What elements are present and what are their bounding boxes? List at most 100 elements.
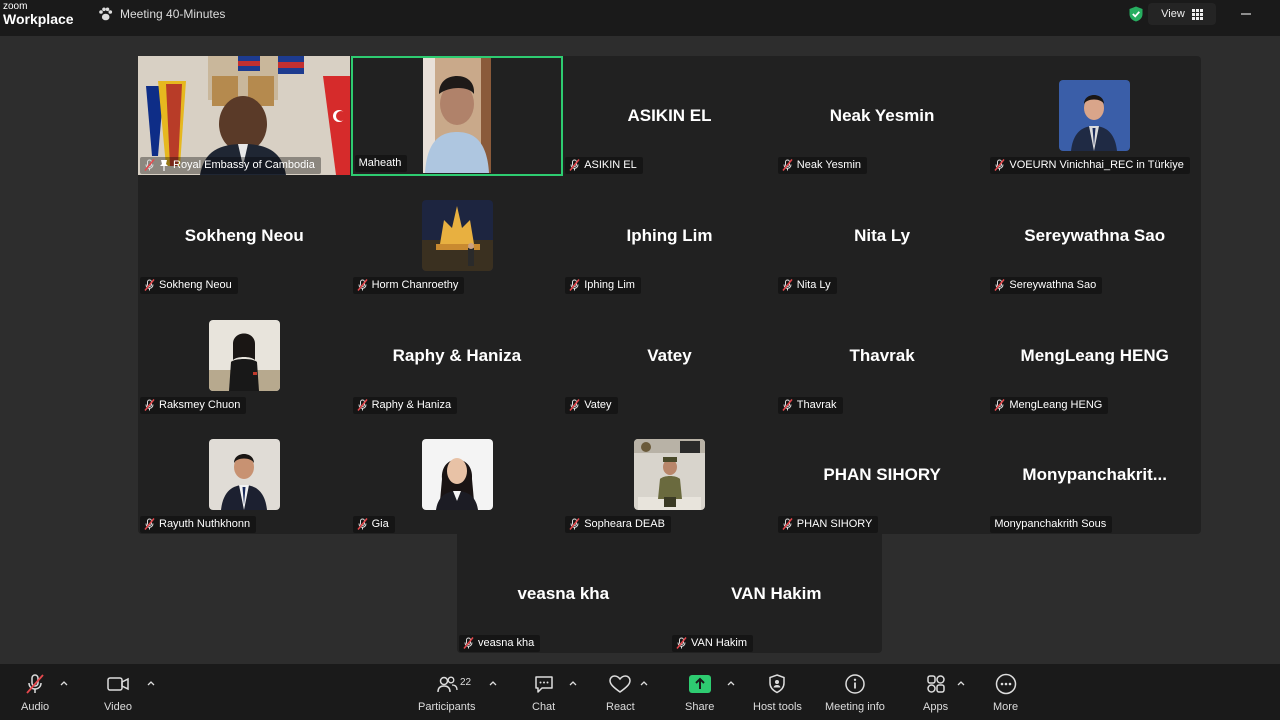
participant-display-name: Vatey [647, 346, 692, 365]
participant-tile-sopheara-deab[interactable]: Sopheara DEAB [563, 415, 776, 535]
share-options-chevron-up-icon[interactable] [726, 678, 736, 688]
muted-mic-icon [994, 279, 1005, 291]
muted-mic-icon [994, 399, 1005, 411]
info-icon [845, 674, 865, 694]
audio-options-chevron-up-icon[interactable] [59, 678, 69, 688]
participant-tile-vatey[interactable]: Vatey Vatey [563, 296, 776, 416]
host-tools-label: Host tools [753, 701, 802, 713]
chat-bubble-icon [534, 676, 553, 693]
react-options-chevron-up-icon[interactable] [639, 678, 649, 688]
muted-mic-icon [144, 159, 155, 171]
participant-name-tag: Rayuth Nuthkhonn [140, 515, 257, 533]
participant-display-name: Thavrak [849, 346, 915, 365]
chat-options-chevron-up-icon[interactable] [568, 678, 578, 688]
participant-name: VAN Hakim [691, 637, 748, 649]
participant-name-tag: Gia [352, 515, 395, 533]
participant-display-name: Sokheng Neou [184, 226, 304, 245]
participant-name-tag: Raksmey Chuon [140, 396, 247, 414]
muted-mic-icon [463, 637, 474, 649]
muted-mic-icon [782, 399, 793, 411]
zoom-logo: zoom Workplace [3, 2, 74, 27]
pin-icon [160, 160, 168, 171]
participant-tile-phan-sihory[interactable]: PHAN SIHORY PHAN SIHORY [776, 415, 989, 535]
meeting-info-button[interactable]: Meeting info [825, 672, 885, 713]
participant-tile-sereywathna-sao[interactable]: Sereywathna Sao Sereywathna Sao [988, 176, 1201, 296]
logo-line2: Workplace [3, 11, 74, 27]
audio-button[interactable]: Audio [21, 672, 49, 713]
participant-name: Iphing Lim [584, 279, 635, 291]
participant-name-tag: Raphy & Haniza [352, 396, 458, 414]
participant-name: Horm Chanroethy [371, 279, 459, 291]
participant-display-name: Iphing Lim [626, 226, 713, 245]
participant-tile-monypanchakrith-sous[interactable]: Monypanchakrit... Monypanchakrith Sous [988, 415, 1201, 535]
muted-mic-icon [569, 279, 580, 291]
participant-name-tag: Sereywathna Sao [990, 276, 1103, 294]
participant-tile-neak-yesmin[interactable]: Neak Yesmin Neak Yesmin [776, 56, 989, 176]
video-options-chevron-up-icon[interactable] [146, 678, 156, 688]
more-label: More [993, 701, 1019, 713]
participant-name: PHAN SIHORY [796, 518, 873, 530]
participant-tile-mengleang-heng[interactable]: MengLeang HENG MengLeang HENG [988, 296, 1201, 416]
participant-tile-veasna-kha[interactable]: veasna kha veasna kha [457, 534, 670, 654]
muted-mic-icon [782, 159, 793, 171]
participants-label: Participants [418, 701, 476, 713]
participant-tile-nita-ly[interactable]: Nita Ly Nita Ly [776, 176, 989, 296]
participant-tile-raphy-haniza[interactable]: Raphy & Haniza Raphy & Haniza [351, 296, 564, 416]
participant-tile-van-hakim[interactable]: VAN Hakim VAN Hakim [670, 534, 883, 654]
muted-mic-icon [569, 518, 580, 530]
participant-tile-horm-chanroethy[interactable]: Horm Chanroethy [351, 176, 564, 296]
muted-mic-icon [782, 279, 793, 291]
avatar-sopheara [634, 439, 706, 510]
muted-mic-icon [782, 518, 793, 530]
share-button[interactable]: Share [685, 672, 714, 713]
participant-name-tag: Neak Yesmin [777, 156, 868, 174]
participants-options-chevron-up-icon[interactable] [488, 678, 498, 688]
encryption-shield-icon[interactable] [1128, 6, 1144, 22]
share-label: Share [685, 701, 715, 713]
participant-name-tag: Horm Chanroethy [352, 276, 465, 294]
participant-tile-asikin-el[interactable]: ASIKIN EL ASIKIN EL [563, 56, 776, 176]
participant-display-name: Raphy & Haniza [392, 346, 522, 365]
muted-mic-icon [357, 518, 368, 530]
participants-count: 22 [460, 677, 472, 688]
avatar-voeurn [1059, 80, 1131, 151]
more-button[interactable]: More [993, 672, 1018, 713]
participant-name: MengLeang HENG [1009, 399, 1103, 411]
participant-tile-gia[interactable]: Gia [351, 415, 564, 535]
participant-tile-sokheng-neou[interactable]: Sokheng Neou Sokheng Neou [138, 176, 351, 296]
grid-view-icon [1191, 8, 1203, 20]
muted-mic-icon [357, 279, 368, 291]
participant-name: Sokheng Neou [159, 279, 232, 291]
chat-button[interactable]: Chat [532, 672, 555, 713]
video-button[interactable]: Video [104, 672, 132, 713]
apps-options-chevron-up-icon[interactable] [956, 678, 966, 688]
participant-name: Thavrak [796, 399, 837, 411]
participant-tile-iphing-lim[interactable]: Iphing Lim Iphing Lim [563, 176, 776, 296]
muted-mic-icon [994, 159, 1005, 171]
view-button[interactable]: View [1148, 3, 1216, 25]
host-shield-icon [769, 674, 786, 694]
meeting-title[interactable]: Meeting 40-Minutes [98, 7, 225, 21]
participant-display-name: Sereywathna Sao [1024, 226, 1166, 245]
muted-mic-icon [144, 279, 155, 291]
participant-tile-rayuth-nuthkhonn[interactable]: Rayuth Nuthkhonn [138, 415, 351, 535]
muted-mic-icon [144, 518, 155, 530]
participant-tile-voeurn-vinichhai-rec-in-t-rkiye[interactable]: VOEURN Vinichhai_REC in Türkiye [988, 56, 1201, 176]
participant-display-name: Monypanchakrit... [1022, 465, 1167, 484]
participant-tile-thavrak[interactable]: Thavrak Thavrak [776, 296, 989, 416]
heart-icon [609, 675, 632, 693]
participant-name: veasna kha [478, 637, 535, 649]
apps-button[interactable]: Apps [923, 672, 948, 713]
participant-tile-maheath[interactable]: Maheath [350, 56, 564, 176]
host-tools-button[interactable]: Host tools [753, 672, 802, 713]
participant-tile-raksmey-chuon[interactable]: Raksmey Chuon [138, 296, 351, 416]
react-button[interactable]: React [606, 672, 635, 713]
avatar-raksmey [209, 320, 280, 391]
participant-name-tag: Maheath [354, 154, 408, 172]
muted-mic-icon [26, 674, 44, 694]
muted-mic-icon [144, 399, 155, 411]
minimize-icon[interactable] [1236, 4, 1256, 24]
participant-tile-royal-embassy-of-cambodia[interactable]: Royal Embassy of Cambodia [138, 56, 351, 176]
avatar-horm [421, 200, 493, 271]
participant-name: Nita Ly [796, 279, 831, 291]
